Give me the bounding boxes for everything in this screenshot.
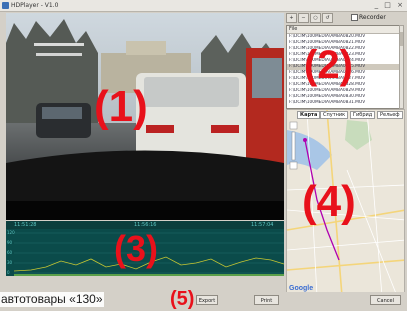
video-player[interactable]: (1)	[6, 13, 284, 220]
file-panel: + − ○ ↺ Recorder File F:\DCIM\100MEDIA\A…	[286, 13, 405, 109]
map-tab-map[interactable]: Карта	[297, 111, 321, 119]
map-tab-hybrid[interactable]: Гибрид	[350, 111, 376, 119]
file-list-header: File	[287, 26, 399, 34]
annotation-label-graph: (3)	[114, 228, 158, 269]
file-list-scrollbar[interactable]	[399, 25, 404, 109]
export-button[interactable]: Export	[196, 295, 218, 305]
map-logo: Google	[289, 285, 314, 292]
annotation-label-video: (1)	[94, 82, 148, 131]
open-button[interactable]: ○	[310, 13, 321, 23]
list-item[interactable]: F:\DCIM\100MEDIA\AMBA0831.MOV	[287, 100, 399, 106]
scrollbar-thumb[interactable]	[400, 32, 403, 46]
cancel-button[interactable]: Cancel	[370, 295, 401, 305]
map-view[interactable]: Карта Спутник Гибрид Рельеф Google (4)	[286, 109, 405, 295]
refresh-button[interactable]: ↺	[322, 13, 333, 23]
graph-y-label: 0	[7, 270, 10, 275]
annotation-label-file-list: (2)	[304, 43, 353, 87]
app-window: HDPlayer - V1.0 _ □ × (1) 11:51:28 11:56…	[0, 0, 407, 311]
graph-time-left: 11:51:28	[14, 222, 37, 228]
recorder-label: Recorder	[359, 14, 386, 21]
speed-graph[interactable]: 11:51:28 11:56:16 11:57:04 120 90 60 30 0 (3…	[6, 221, 284, 276]
graph-y-label: 90	[7, 240, 13, 245]
app-icon	[2, 2, 9, 9]
add-file-button[interactable]: +	[286, 13, 297, 23]
window-controls[interactable]: _ □ ×	[375, 1, 405, 10]
map-tab-satellite[interactable]: Спутник	[320, 111, 349, 119]
map-tab-terrain[interactable]: Рельеф	[377, 111, 403, 119]
graph-y-label: 30	[7, 260, 13, 265]
annotation-label-buttons: (5)	[170, 288, 195, 310]
graph-y-label: 60	[7, 250, 13, 255]
recorder-checkbox[interactable]	[351, 14, 358, 21]
window-title: HDPlayer - V1.0	[11, 2, 59, 9]
print-button[interactable]: Print	[254, 295, 279, 305]
caption-text: автотовары «130»	[0, 292, 104, 307]
remove-file-button[interactable]: −	[298, 13, 309, 23]
annotation-label-map: (4)	[302, 177, 356, 226]
graph-time-right: 11:57:04	[251, 222, 274, 228]
graph-y-label: 120	[7, 230, 15, 235]
title-bar: HDPlayer - V1.0 _ □ ×	[0, 0, 407, 12]
